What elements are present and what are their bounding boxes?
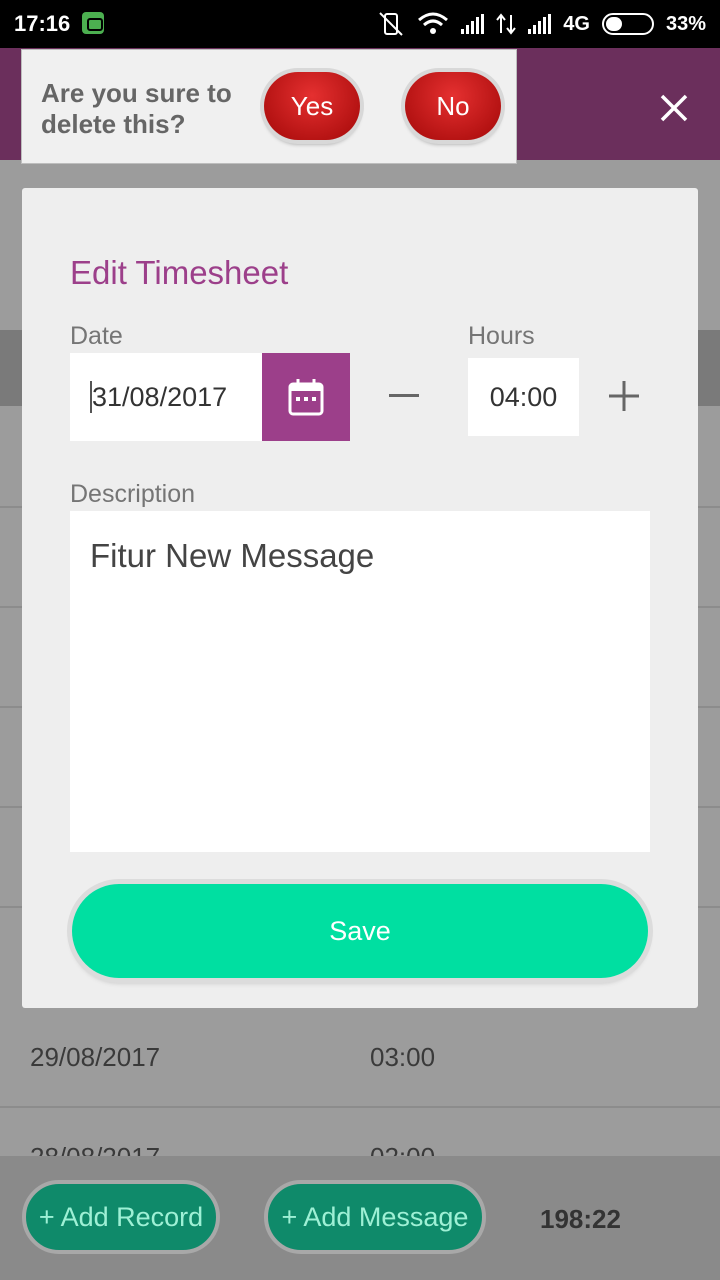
confirm-message: Are you sure to delete this? <box>41 78 232 139</box>
record-hours: 03:00 <box>370 1042 436 1072</box>
app-notification-icon <box>82 12 104 34</box>
close-icon[interactable] <box>654 88 694 128</box>
network-type: 4G <box>563 12 590 35</box>
record-date: 29/08/2017 <box>30 1042 161 1072</box>
edit-timesheet-dialog: Edit Timesheet Date 31/08/2017 Hours 04:… <box>22 188 698 1008</box>
wifi-icon <box>418 12 449 34</box>
calendar-button[interactable] <box>262 353 350 441</box>
date-input[interactable]: 31/08/2017 <box>70 353 262 441</box>
add-record-button[interactable]: + Add Record <box>22 1180 220 1254</box>
signal-icon <box>461 14 485 34</box>
status-time: 17:16 <box>14 11 71 36</box>
hours-label: Hours <box>468 322 535 350</box>
status-icons: 4G 33% <box>377 9 706 39</box>
date-label: Date <box>70 322 123 350</box>
battery-icon <box>601 13 654 35</box>
vibrate-off-icon <box>379 12 403 36</box>
decrease-hours-button[interactable] <box>384 376 424 416</box>
description-input[interactable]: Fitur New Message <box>70 511 650 852</box>
minus-icon <box>389 394 419 397</box>
data-transfer-icon <box>496 13 517 35</box>
signal-icon-2 <box>528 14 552 34</box>
date-value: 31/08/2017 <box>92 381 228 412</box>
divider <box>0 1106 720 1108</box>
plus-icon <box>609 381 639 411</box>
background-row-highlight <box>0 330 22 406</box>
delete-confirmation: Are you sure to delete this? Yes No <box>21 49 517 164</box>
total-hours: 198:22 <box>540 1204 621 1234</box>
save-button[interactable]: Save <box>72 884 648 978</box>
dialog-title: Edit Timesheet <box>70 254 289 291</box>
background-row-highlight <box>698 330 720 406</box>
hours-input[interactable]: 04:00 <box>468 358 579 436</box>
status-bar: 17:16 4G 33% <box>0 0 720 48</box>
increase-hours-button[interactable] <box>604 376 644 416</box>
description-label: Description <box>70 480 196 508</box>
calendar-icon <box>288 379 324 416</box>
yes-button[interactable]: Yes <box>264 72 360 140</box>
add-message-button[interactable]: + Add Message <box>264 1180 486 1254</box>
no-button[interactable]: No <box>405 72 501 140</box>
battery-level: 33% <box>665 12 706 35</box>
